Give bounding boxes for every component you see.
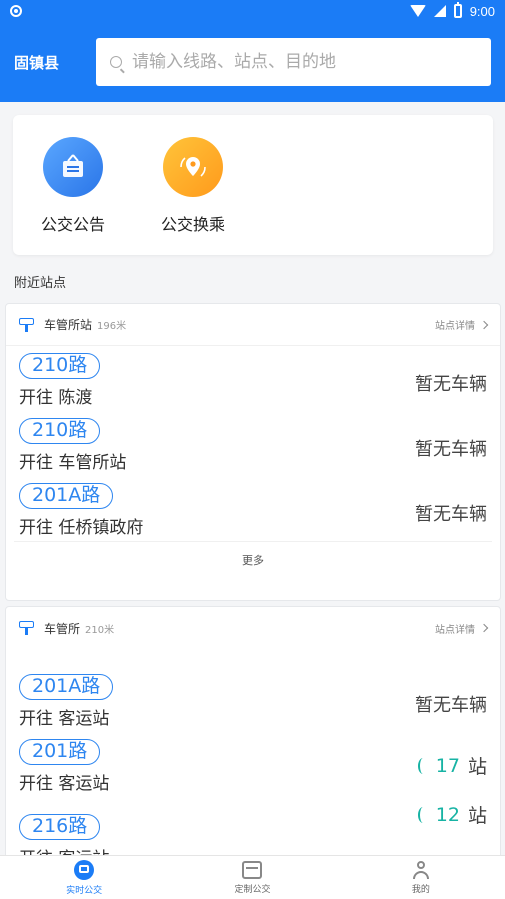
station-detail-label: 站点详情 (435, 624, 475, 636)
search-box[interactable] (96, 38, 491, 86)
bus-notice-button[interactable]: 公交公告 (18, 137, 128, 235)
station-name: 车管所 (44, 621, 81, 636)
chevron-right-icon (479, 320, 489, 329)
status-time: 9:00 (469, 3, 495, 19)
tab-realtime-bus[interactable]: 实时公交 (0, 856, 168, 899)
signal-icon (433, 5, 446, 17)
bus-stop-icon (19, 621, 34, 635)
bus-transfer-button[interactable]: 公交换乘 (138, 137, 248, 235)
bus-notice-label: 公交公告 (40, 215, 105, 234)
user-icon (412, 860, 430, 879)
tab-custom-bus[interactable]: 定制公交 (168, 856, 336, 899)
route-row[interactable]: 201路 开往 客运站 17 站 (6, 732, 500, 797)
station-detail-label: 站点详情 (435, 321, 475, 332)
route-direction: 开往 陈渡 (19, 388, 93, 408)
wifi-icon (409, 5, 426, 17)
search-input[interactable] (132, 52, 477, 72)
route-eta: 17 站 (417, 752, 487, 779)
route-line-badge: 210路 (19, 418, 101, 444)
nearby-stops-title: 附近站点 (14, 276, 67, 291)
station-name: 车管所站 (44, 318, 93, 332)
bottom-nav: 实时公交 定制公交 我的 (0, 855, 505, 899)
route-status: 暂无车辆 (415, 374, 487, 395)
route-direction: 开往 任桥镇政府 (19, 518, 144, 538)
realtime-bus-icon (74, 859, 95, 880)
station-header[interactable]: 车管所站 196米 站点详情 (6, 304, 500, 346)
route-status: 暂无车辆 (415, 439, 487, 460)
status-bar: 9:00 (0, 0, 505, 22)
transfer-location-icon (163, 137, 223, 197)
route-eta: 12 站 (417, 801, 487, 828)
station-distance: 210米 (85, 624, 115, 636)
route-row[interactable]: 201A路 开往 客运站 暂无车辆 (6, 667, 500, 732)
shield-icon (10, 5, 22, 17)
station-detail-link[interactable]: 站点详情 (435, 621, 489, 636)
battery-icon (453, 2, 462, 18)
eta-unit: 站 (467, 805, 487, 827)
station-header[interactable]: 车管所 210米 站点详情 (6, 607, 500, 649)
bus-transfer-label: 公交换乘 (160, 215, 225, 234)
route-status: 暂无车辆 (415, 504, 487, 525)
route-line-badge: 201路 (19, 739, 101, 765)
station-distance: 196米 (97, 321, 127, 332)
city-selector[interactable]: 固镇县 (14, 52, 96, 73)
tab-mine[interactable]: 我的 (337, 856, 505, 899)
route-direction: 开往 客运站 (19, 774, 110, 794)
tab-label: 定制公交 (234, 884, 271, 895)
eta-unit: 站 (467, 756, 487, 778)
route-direction: 开往 客运站 (19, 709, 110, 729)
station-detail-link[interactable]: 站点详情 (435, 317, 489, 332)
realtime-signal-icon (417, 806, 428, 823)
bus-icon (242, 860, 263, 879)
notice-board-icon (43, 137, 103, 197)
route-line-badge: 216路 (19, 814, 101, 840)
eta-count: 17 (435, 754, 460, 777)
station-card: 车管所 210米 站点详情 201A路 开往 客运站 暂无车辆 201路 开往 … (5, 606, 501, 869)
route-line-badge: 210路 (19, 353, 101, 379)
quick-actions-card: 公交公告 公交换乘 (13, 115, 493, 255)
route-row[interactable]: 210路 开往 陈渡 暂无车辆 (6, 346, 500, 411)
bus-stop-icon (19, 317, 34, 332)
route-line-badge: 201A路 (19, 483, 114, 509)
search-icon (110, 56, 122, 68)
more-button[interactable]: 更多 (14, 541, 492, 577)
station-card: 车管所站 196米 站点详情 210路 开往 陈渡 暂无车辆 210路 开往 车… (5, 303, 501, 601)
eta-count: 12 (435, 803, 460, 826)
header: 固镇县 (0, 22, 505, 102)
tab-label: 实时公交 (66, 885, 103, 896)
route-row[interactable]: 210路 开往 车管所站 暂无车辆 (6, 411, 500, 476)
route-status: 暂无车辆 (415, 695, 487, 716)
tab-label: 我的 (411, 884, 430, 895)
route-row[interactable]: 201A路 开往 任桥镇政府 暂无车辆 (6, 476, 500, 541)
route-line-badge: 201A路 (19, 674, 114, 700)
route-direction: 开往 车管所站 (19, 453, 127, 473)
chevron-right-icon (479, 623, 489, 633)
realtime-signal-icon (417, 757, 428, 774)
